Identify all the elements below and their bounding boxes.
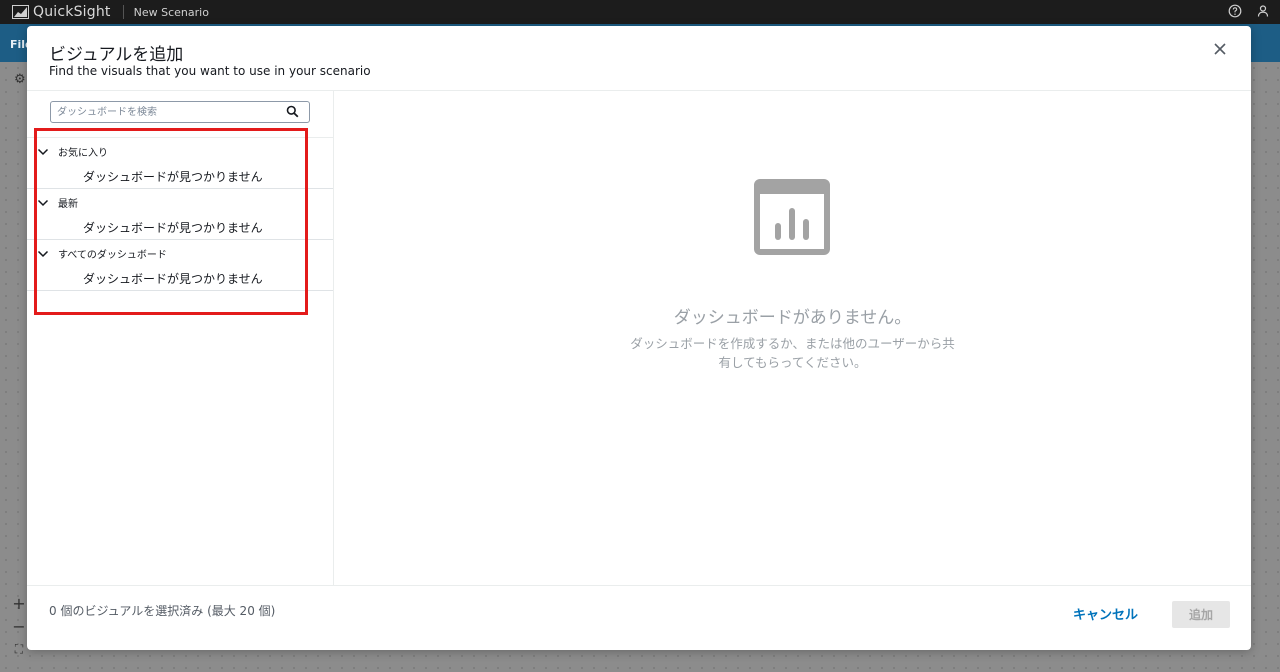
section-recent: 最新 ダッシュボードが見つかりません: [27, 189, 333, 240]
section-all-dashboards: すべてのダッシュボード ダッシュボードが見つかりません: [27, 240, 333, 291]
hierarchy-icon[interactable]: ⚙: [14, 72, 26, 87]
chevron-down-icon: [37, 148, 49, 155]
section-label: お気に入り: [58, 148, 108, 159]
empty-state-desc-line2: 有してもらってください。: [718, 355, 867, 370]
close-icon[interactable]: [1213, 42, 1227, 56]
add-button[interactable]: 追加: [1172, 601, 1230, 628]
add-visual-dialog: ビジュアルを追加 Find the visuals that you want …: [27, 26, 1251, 650]
search-icon[interactable]: [286, 105, 299, 118]
empty-message: ダッシュボードが見つかりません: [83, 272, 263, 286]
empty-message: ダッシュボードが見つかりません: [83, 221, 263, 235]
dialog-title: ビジュアルを追加: [49, 45, 184, 65]
quicksight-logo-icon: [12, 5, 29, 19]
section-label: すべてのダッシュボード: [58, 250, 167, 261]
help-icon[interactable]: [1228, 4, 1242, 18]
empty-message: ダッシュボードが見つかりません: [83, 170, 263, 184]
selection-status: 0 個のビジュアルを選択済み (最大 20 個): [49, 604, 276, 618]
footer-divider: [27, 585, 1251, 586]
section-divider: [27, 290, 333, 291]
chevron-down-icon: [37, 199, 49, 206]
section-recent-toggle[interactable]: 最新: [37, 195, 78, 210]
app-name: QuickSight: [33, 4, 111, 20]
empty-state-description: ダッシュボードを作成するか、または他のユーザーから共 有してもらってください。: [612, 334, 973, 372]
dashboard-list-pane: お気に入り ダッシュボードが見つかりません 最新 ダッシュボードが見つかりません…: [27, 91, 333, 585]
quicksight-logo[interactable]: QuickSight: [12, 4, 111, 20]
search-input[interactable]: [57, 102, 277, 122]
user-icon[interactable]: [1256, 4, 1270, 18]
dashboard-icon: [754, 179, 830, 255]
section-label: 最新: [58, 199, 78, 210]
divider: [122, 5, 124, 19]
preview-pane: ダッシュボードがありません。 ダッシュボードを作成するか、または他のユーザーから…: [334, 91, 1251, 585]
empty-state-desc-line1: ダッシュボードを作成するか、または他のユーザーから共: [630, 336, 955, 351]
top-bar: QuickSight New Scenario: [0, 0, 1280, 24]
chevron-down-icon: [37, 250, 49, 257]
section-all-toggle[interactable]: すべてのダッシュボード: [37, 246, 167, 261]
section-favorites: お気に入り ダッシュボードが見つかりません: [27, 138, 333, 189]
dialog-subtitle: Find the visuals that you want to use in…: [49, 64, 371, 78]
empty-state-title: ダッシュボードがありません。: [673, 308, 912, 328]
cancel-button[interactable]: キャンセル: [1073, 604, 1138, 623]
scenario-name[interactable]: New Scenario: [134, 6, 209, 19]
section-favorites-toggle[interactable]: お気に入り: [37, 144, 108, 159]
search-box: [50, 101, 310, 123]
